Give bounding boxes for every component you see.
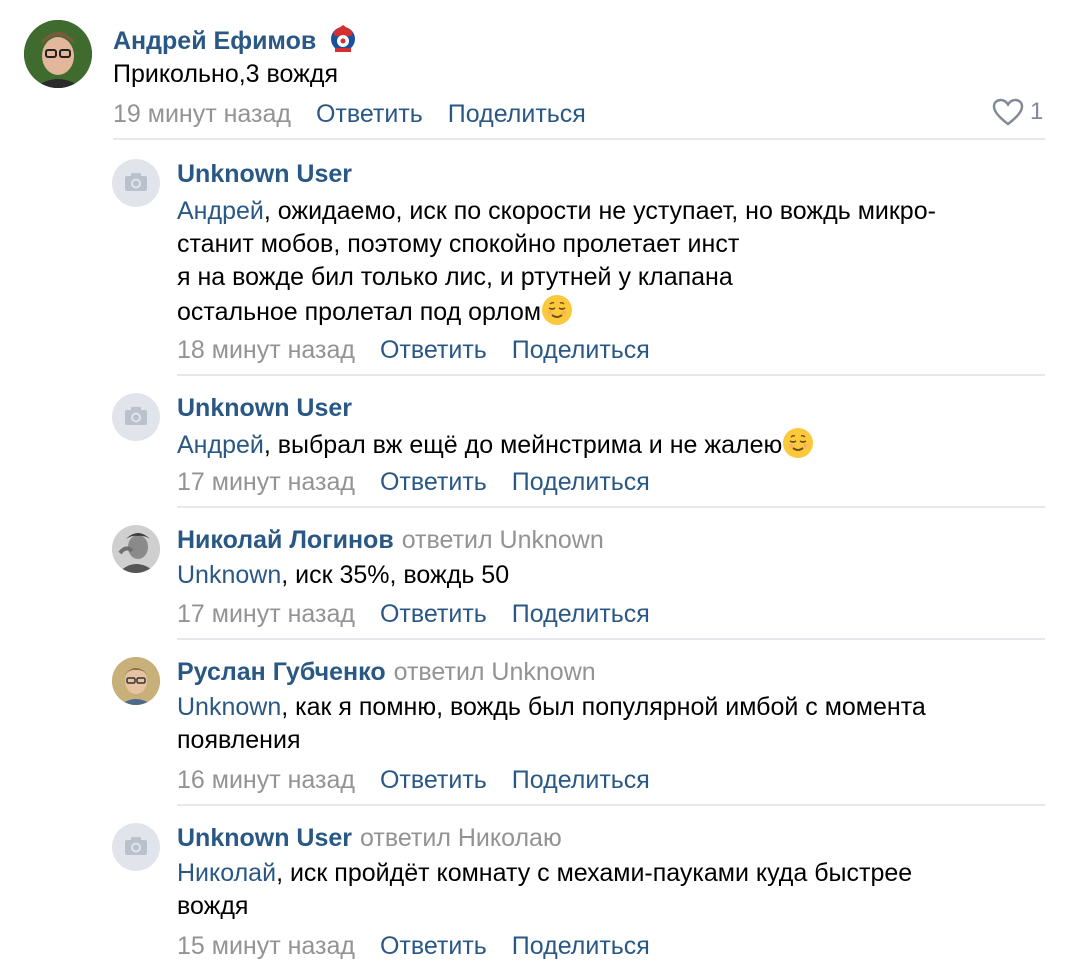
comment-time[interactable]: 18 минут назад <box>177 336 355 364</box>
share-button[interactable]: Поделиться <box>448 100 586 128</box>
relieved-emoji-icon <box>542 295 573 325</box>
share-button[interactable]: Поделиться <box>512 336 650 364</box>
reply-button[interactable]: Ответить <box>380 468 487 496</box>
like-count: 1 <box>1030 98 1044 125</box>
comment-text: Прикольно,3 вождя <box>113 60 338 88</box>
avatar[interactable] <box>112 823 160 871</box>
camera-icon <box>125 837 147 855</box>
avatar[interactable] <box>112 159 160 207</box>
comment-author[interactable]: Андрей Ефимов <box>113 22 359 56</box>
camera-icon <box>125 173 147 191</box>
comment-meta: 18 минут назад Ответить Поделиться <box>177 335 650 365</box>
reply-button[interactable]: Ответить <box>380 600 487 628</box>
comment-meta: 17 минут назад Ответить Поделиться <box>177 467 650 497</box>
comment-time[interactable]: 17 минут назад <box>177 600 355 628</box>
mention-link[interactable]: Николай <box>177 859 276 887</box>
comment-text: Unknown, иск 35%, вождь 50 <box>177 561 510 589</box>
replied-to[interactable]: ответил Unknown <box>402 526 604 554</box>
reply-button[interactable]: Ответить <box>380 336 487 364</box>
comment-text: Unknown, как я помню, вождь был популярн… <box>177 693 926 754</box>
comment-author[interactable]: Unknown User <box>177 159 352 189</box>
reply-button[interactable]: Ответить <box>316 100 423 128</box>
comment-author[interactable]: Unknown User ответил Николаю <box>177 823 562 853</box>
reply-button[interactable]: Ответить <box>380 766 487 794</box>
mention-link[interactable]: Андрей <box>177 431 264 459</box>
comment-meta: 17 минут назад Ответить Поделиться <box>177 599 650 629</box>
comment-meta: 15 минут назад Ответить Поделиться <box>177 931 650 961</box>
share-button[interactable]: Поделиться <box>512 766 650 794</box>
mention-link[interactable]: Андрей <box>177 197 264 225</box>
avatar[interactable] <box>112 525 160 573</box>
comment-text: Николай, иск пройдёт комнату с мехами-па… <box>177 859 913 920</box>
divider <box>177 374 1045 376</box>
user-photo <box>112 657 160 705</box>
user-photo <box>112 525 160 573</box>
badge-icon <box>331 25 356 52</box>
comment-author[interactable]: Unknown User <box>177 393 352 423</box>
like-button[interactable]: 1 <box>992 98 1043 126</box>
relieved-emoji-icon <box>783 428 814 458</box>
avatar[interactable] <box>24 20 92 88</box>
avatar[interactable] <box>112 657 160 705</box>
share-button[interactable]: Поделиться <box>512 468 650 496</box>
reply-button[interactable]: Ответить <box>380 932 487 960</box>
replied-to[interactable]: ответил Unknown <box>394 658 596 686</box>
comment-time[interactable]: 17 минут назад <box>177 468 355 496</box>
comment-text: Андрей, выбрал вж ещё до мейнстрима и не… <box>177 427 814 462</box>
divider <box>113 138 1045 140</box>
comment-author[interactable]: Николай Логинов ответил Unknown <box>177 525 604 555</box>
heart-icon <box>992 98 1024 126</box>
divider <box>177 638 1045 640</box>
comment-meta: 16 минут назад Ответить Поделиться <box>177 765 650 795</box>
mention-link[interactable]: Unknown <box>177 561 281 589</box>
share-button[interactable]: Поделиться <box>512 600 650 628</box>
comment-meta: 19 минут назад Ответить Поделиться <box>113 99 586 129</box>
divider <box>177 804 1045 806</box>
avatar[interactable] <box>112 393 160 441</box>
comment-time[interactable]: 15 минут назад <box>177 932 355 960</box>
comment-time[interactable]: 19 минут назад <box>113 100 291 128</box>
comment-author[interactable]: Руслан Губченко ответил Unknown <box>177 657 596 687</box>
comment-time[interactable]: 16 минут назад <box>177 766 355 794</box>
share-button[interactable]: Поделиться <box>512 932 650 960</box>
mention-link[interactable]: Unknown <box>177 693 281 721</box>
comment-text: Андрей, ожидаемо, иск по скорости не уст… <box>177 197 936 326</box>
divider <box>177 506 1045 508</box>
replied-to[interactable]: ответил Николаю <box>360 824 562 852</box>
user-photo <box>24 20 92 88</box>
camera-icon <box>125 407 147 425</box>
